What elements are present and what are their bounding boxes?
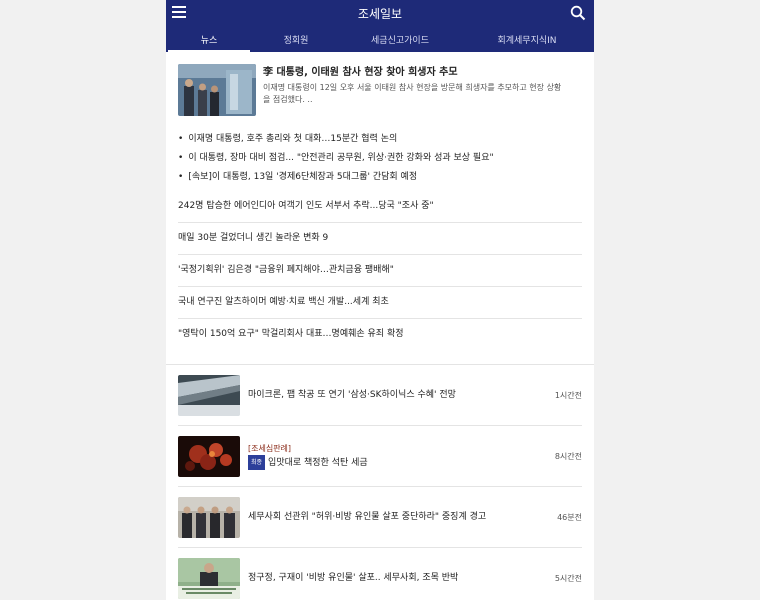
article-time: 1시간전 xyxy=(554,390,582,400)
article-row[interactable]: 정구정, 구재이 '비방 유인물' 살포.. 세무사회, 조목 반박 5시간전 xyxy=(178,548,582,600)
article-title[interactable]: 입맛대로 책정한 석탄 세금 xyxy=(268,458,368,468)
article-title[interactable]: 마이크론, 팹 착공 또 연기 '삼성·SK하이닉스 수혜' 전망 xyxy=(248,389,555,402)
headline-item[interactable]: '국정기획위' 김은경 "금융위 폐지해야…관치금융 팽배해" xyxy=(178,254,582,286)
related-news-item[interactable]: [속보]이 대통령, 13일 '경제6단체장과 5대그룹' 간담회 예정 xyxy=(178,168,582,187)
headline-list: 242명 탑승한 에어인디아 여객기 인도 서부서 추락...당국 "조사 중"… xyxy=(178,191,582,350)
news-content: 李 대통령, 이태원 참사 현장 찾아 희생자 추모 이재명 대통령이 12일 … xyxy=(166,64,594,600)
lead-article-headline[interactable]: 李 대통령, 이태원 참사 현장 찾아 희생자 추모 xyxy=(263,66,561,79)
headline-item[interactable]: 242명 탑승한 에어인디아 여객기 인도 서부서 추락...당국 "조사 중" xyxy=(178,191,582,222)
app-title[interactable]: 조세일보 xyxy=(166,5,594,22)
article-thumbnail[interactable] xyxy=(178,496,240,538)
lead-article-summary: 이재명 대통령이 12일 오후 서울 이태원 참사 현장을 방문해 희생자를 추… xyxy=(263,82,561,106)
article-title[interactable]: 세무사회 선관위 "허위·비방 유인물 살포 중단하라" 중징계 경고 xyxy=(248,511,557,524)
article-title[interactable]: 정구정, 구재이 '비방 유인물' 살포.. 세무사회, 조목 반박 xyxy=(248,572,555,585)
article-time: 5시간전 xyxy=(554,573,582,583)
headline-item[interactable]: 국내 연구진 알츠하이머 예방·치료 백신 개발...세계 최초 xyxy=(178,286,582,318)
article-text: [조세심판례] 최종 입맛대로 책정한 석탄 세금 xyxy=(248,442,555,470)
tab-tax-guide[interactable]: 세금신고가이드 xyxy=(340,26,460,52)
article-row[interactable]: [조세심판례] 최종 입맛대로 책정한 석탄 세금 8시간전 xyxy=(178,426,582,487)
headline-item[interactable]: 매일 30분 걸었더니 생긴 놀라운 변화 9 xyxy=(178,222,582,254)
final-badge: 최종 xyxy=(248,455,266,470)
top-bar: 조세일보 xyxy=(166,0,594,26)
app-frame: 조세일보 뉴스 정회원 세금신고가이드 회계세무지식IN 李 대통령, 이태원 … xyxy=(166,0,594,600)
section-divider xyxy=(166,350,594,365)
article-thumbnail[interactable] xyxy=(178,557,240,599)
article-thumbnail[interactable] xyxy=(178,435,240,477)
article-thumbnail[interactable] xyxy=(178,374,240,416)
lead-article-photo[interactable] xyxy=(178,64,256,116)
article-time: 46분전 xyxy=(557,512,582,522)
headline-item[interactable]: "영탁이 150억 요구" 막걸리회사 대표…명예훼손 유죄 확정 xyxy=(178,318,582,350)
related-news-item[interactable]: 이 대통령, 장마 대비 점검... "안전관리 공무원, 위상·권한 강화와 … xyxy=(178,149,582,168)
tab-accounting-qa[interactable]: 회계세무지식IN xyxy=(460,26,594,52)
tab-bar: 뉴스 정회원 세금신고가이드 회계세무지식IN xyxy=(166,26,594,52)
search-icon[interactable] xyxy=(570,5,586,21)
lead-article[interactable]: 李 대통령, 이태원 참사 현장 찾아 희생자 추모 이재명 대통령이 12일 … xyxy=(178,64,582,118)
active-tab-indicator xyxy=(168,50,250,52)
tab-members[interactable]: 정회원 xyxy=(252,26,340,52)
tab-news[interactable]: 뉴스 xyxy=(166,26,252,52)
article-time: 8시간전 xyxy=(554,451,582,461)
article-row[interactable]: 세무사회 선관위 "허위·비방 유인물 살포 중단하라" 중징계 경고 46분전 xyxy=(178,487,582,548)
related-news-item[interactable]: 이재명 대통령, 호주 총리와 첫 대화…15분간 협력 논의 xyxy=(178,130,582,149)
article-row[interactable]: 마이크론, 팹 착공 또 연기 '삼성·SK하이닉스 수혜' 전망 1시간전 xyxy=(178,365,582,426)
article-list: 마이크론, 팹 착공 또 연기 '삼성·SK하이닉스 수혜' 전망 1시간전 [… xyxy=(178,365,582,600)
lead-summary-line: 이재명 대통령이 12일 오후 서울 이태원 참사 현장을 방문해 희생자를 추… xyxy=(263,83,562,92)
lead-summary-line: 을 점검했다. .. xyxy=(263,95,313,104)
related-news-list: 이재명 대통령, 호주 총리와 첫 대화…15분간 협력 논의 이 대통령, 장… xyxy=(178,130,582,187)
article-category-tag: [조세심판례] xyxy=(248,444,292,453)
